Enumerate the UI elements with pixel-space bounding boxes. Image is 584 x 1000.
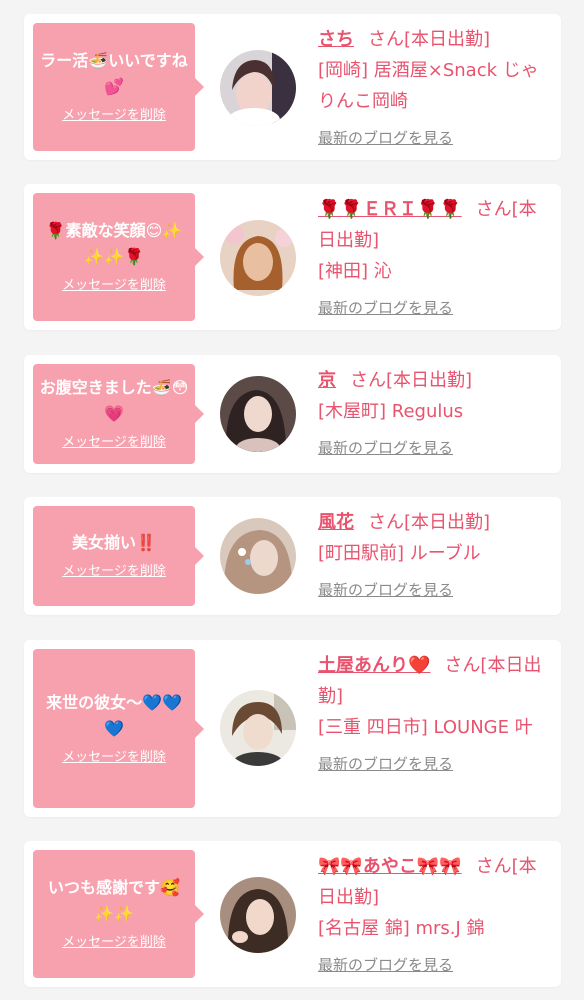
delete-message-link[interactable]: メッセージを削除	[62, 562, 166, 582]
cast-name-link[interactable]: さち	[318, 29, 354, 50]
san-label: さん	[368, 29, 404, 50]
message-card: お腹空きました🍜😳💗 メッセージを削除 京さん[本日出勤] [木屋町] Regu…	[24, 355, 561, 473]
cast-info: 🌹🌹ＥＲＩ🌹🌹 さん[本日出勤] [神田] 沁 最新のブログを見る	[318, 194, 554, 324]
message-card: 美女揃い‼️ メッセージを削除 風花 さん[本日出勤] [町田駅前] ルーブル 最…	[24, 497, 561, 615]
cast-info: さち さん[本日出勤] [岡崎] 居酒屋×Snack じゃりんこ岡崎 最新のブログ…	[318, 24, 554, 154]
cast-info: 土屋あんり❤️ さん[本日出勤] [三重 四日市] LOUNGE 叶 最新のブログ…	[318, 650, 554, 780]
blog-link[interactable]: 最新のブログを見る	[318, 575, 453, 606]
status-text: [本日出勤]	[404, 512, 491, 533]
blog-link[interactable]: 最新のブログを見る	[318, 749, 453, 780]
avatar[interactable]	[220, 220, 296, 296]
avatar[interactable]	[220, 376, 296, 452]
location-text: [三重 四日市] LOUNGE 叶	[318, 717, 533, 738]
blog-link[interactable]: 最新のブログを見る	[318, 433, 453, 464]
avatar[interactable]	[220, 690, 296, 766]
message-text: 来世の彼女〜💙💙💙	[46, 692, 182, 738]
status-text: [本日出勤]	[404, 29, 491, 50]
cast-info: 🎀🎀あやこ🎀🎀 さん[本日出勤] [名古屋 錦] mrs.J 錦 最新のブログを見…	[318, 851, 554, 981]
cast-name-link[interactable]: 京	[318, 370, 336, 391]
message-text: お腹空きました🍜😳💗	[39, 378, 189, 423]
avatar-photo-1	[220, 50, 296, 126]
location-text: [町田駅前] ルーブル	[318, 543, 481, 564]
avatar-photo-4	[220, 518, 296, 594]
message-bubble: ラー活🍜いいですね💕 メッセージを削除	[33, 23, 204, 151]
delete-message-link[interactable]: メッセージを削除	[62, 748, 166, 768]
delete-message-link[interactable]: メッセージを削除	[62, 276, 166, 296]
cast-info: 京さん[本日出勤] [木屋町] Regulus 最新のブログを見る	[318, 365, 554, 464]
cast-info: 風花 さん[本日出勤] [町田駅前] ルーブル 最新のブログを見る	[318, 507, 554, 606]
blog-link[interactable]: 最新のブログを見る	[318, 123, 453, 154]
cast-name-link[interactable]: 🌹🌹ＥＲＩ🌹🌹	[318, 199, 462, 220]
message-card: 🌹素敵な笑顔😊✨✨✨🌹 メッセージを削除 🌹🌹ＥＲＩ🌹🌹 さん[本日出勤] [神田…	[24, 184, 561, 330]
avatar[interactable]	[220, 877, 296, 953]
cast-name-link[interactable]: 🎀🎀あやこ🎀🎀	[318, 856, 462, 877]
san-label: さん	[368, 512, 404, 533]
message-card: ラー活🍜いいですね💕 メッセージを削除 さち さん[本日出勤] [岡崎] 居酒屋×…	[24, 14, 561, 160]
location-text: [岡崎] 居酒屋×Snack じゃりんこ岡崎	[318, 60, 539, 112]
san-label: さん	[475, 199, 512, 220]
san-label: さん	[444, 655, 481, 676]
message-text: いつも感謝です🥰✨✨	[48, 878, 180, 923]
cast-name-link[interactable]: 風花	[318, 512, 354, 533]
cast-name-link[interactable]: 土屋あんり❤️	[318, 655, 430, 676]
message-text: 🌹素敵な笑顔😊✨✨✨🌹	[45, 221, 183, 266]
message-text: 美女揃い‼️	[72, 533, 156, 552]
message-bubble: お腹空きました🍜😳💗 メッセージを削除	[33, 364, 204, 464]
location-text: [名古屋 錦] mrs.J 錦	[318, 918, 485, 939]
san-label: さん	[350, 370, 386, 391]
avatar[interactable]	[220, 518, 296, 594]
delete-message-link[interactable]: メッセージを削除	[62, 433, 166, 453]
delete-message-link[interactable]: メッセージを削除	[62, 933, 166, 953]
blog-link[interactable]: 最新のブログを見る	[318, 950, 453, 981]
message-bubble: 来世の彼女〜💙💙💙 メッセージを削除	[33, 649, 204, 808]
message-card: いつも感謝です🥰✨✨ メッセージを削除 🎀🎀あやこ🎀🎀 さん[本日出勤] [名古屋…	[24, 841, 561, 987]
avatar-photo-3	[220, 376, 296, 452]
avatar-photo-2	[220, 220, 296, 296]
message-bubble: いつも感謝です🥰✨✨ メッセージを削除	[33, 850, 204, 978]
message-card: 来世の彼女〜💙💙💙 メッセージを削除 土屋あんり❤️ さん[本日出勤] [三重 四…	[24, 640, 561, 817]
status-text: [本日出勤]	[386, 370, 473, 391]
message-bubble: 🌹素敵な笑顔😊✨✨✨🌹 メッセージを削除	[33, 193, 204, 321]
avatar-photo-6	[220, 877, 296, 953]
san-label: さん	[475, 856, 512, 877]
delete-message-link[interactable]: メッセージを削除	[62, 106, 166, 126]
message-bubble: 美女揃い‼️ メッセージを削除	[33, 506, 204, 606]
avatar[interactable]	[220, 50, 296, 126]
blog-link[interactable]: 最新のブログを見る	[318, 293, 453, 324]
avatar-photo-5	[220, 690, 296, 766]
location-text: [木屋町] Regulus	[318, 401, 464, 422]
location-text: [神田] 沁	[318, 261, 392, 282]
message-text: ラー活🍜いいですね💕	[40, 51, 188, 96]
